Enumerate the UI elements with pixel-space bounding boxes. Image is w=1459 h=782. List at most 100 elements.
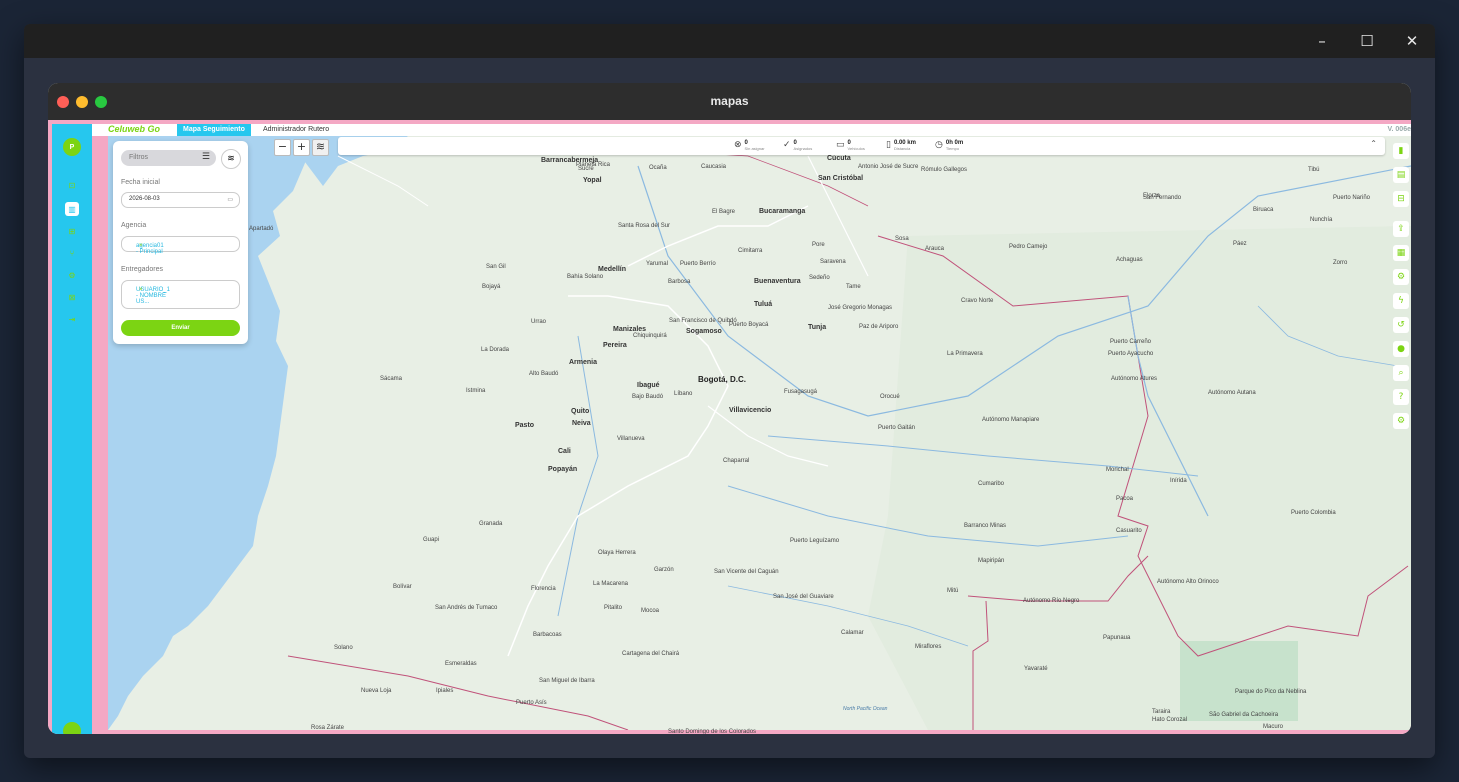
filters-placeholder: Filtros	[129, 154, 149, 161]
map-label: La Primavera	[947, 351, 983, 357]
map-label: San Francisco de Quibdó	[669, 318, 737, 324]
sliders-icon[interactable]: ☰	[202, 152, 210, 162]
settings-icon[interactable]: ⚙	[65, 268, 79, 282]
map-label: Barbosa	[668, 279, 691, 285]
bar-chart-icon[interactable]: ▮	[1393, 143, 1409, 159]
tab-mapa-seguimiento[interactable]: Mapa Seguimiento	[177, 124, 251, 136]
map-label: Orocué	[880, 394, 900, 400]
map-label: Manizales	[613, 326, 647, 333]
upload-icon[interactable]: ⇪	[1393, 221, 1409, 237]
map-label: Saravena	[820, 259, 846, 265]
map-label: Sedeño	[809, 275, 830, 281]
logout-icon[interactable]: ⇥	[65, 312, 79, 326]
chip-remove-icon[interactable]: ×	[139, 287, 143, 293]
fecha-label: Fecha inicial	[121, 179, 160, 186]
map-label: Papunaua	[1103, 635, 1131, 641]
map-label: Mapiripán	[978, 558, 1005, 564]
chart-line-icon[interactable]: ⊡	[65, 178, 79, 192]
map-label: Cimitarra	[738, 248, 763, 254]
map-label: Guapi	[423, 537, 440, 543]
map-label: Villanueva	[617, 436, 645, 442]
bolt-icon[interactable]: ϟ	[1393, 293, 1409, 309]
map-label: Buenaventura	[754, 278, 801, 285]
entregadores-label: Entregadores	[121, 266, 164, 273]
map-label: Tame	[846, 284, 861, 290]
map-label: Calamar	[841, 630, 864, 636]
map-label: Bogotá, D.C.	[698, 375, 746, 384]
stat-label: Tiempo	[945, 146, 960, 151]
stat-label: Sin asignar	[744, 146, 765, 151]
map-label: Sosa	[895, 236, 909, 242]
map-label: San Miguel de Ibarra	[539, 678, 595, 684]
settings-icon[interactable]: ⚙	[1393, 413, 1409, 429]
map-label: Yarumal	[646, 261, 668, 267]
truck-icon[interactable]: ⊠	[65, 290, 79, 304]
map-label: Pitalito	[604, 605, 623, 611]
agencia-select[interactable]: agencia01 - Principal ×	[121, 236, 240, 255]
map-label: Nueva Loja	[361, 688, 392, 694]
map-label: San Gil	[486, 264, 506, 270]
map-icon[interactable]: ▥	[65, 202, 79, 216]
zoom-out-button[interactable]: −	[274, 139, 291, 156]
map-label: Miraflores	[915, 644, 942, 650]
map-label: Casuarito	[1116, 528, 1142, 534]
layers-toggle-icon[interactable]: ≋	[221, 149, 241, 169]
agencia-label: Agencia	[121, 222, 147, 229]
chip-remove-icon[interactable]: ×	[139, 243, 143, 249]
map-label: Pacoa	[1116, 496, 1134, 502]
map-canvas[interactable]: Medellín Bogotá, D.C. Cali Bucaramanga Cúcut…	[108, 136, 1411, 734]
help-icon[interactable]: ?	[1393, 389, 1409, 405]
document-icon[interactable]: ▤	[1393, 167, 1409, 183]
chevron-up-icon[interactable]: ⌃	[1370, 139, 1377, 148]
map-label: Neiva	[572, 420, 591, 427]
clipboard-icon[interactable]: ▦	[1393, 245, 1409, 261]
map-label: Barranco Minas	[964, 523, 1007, 529]
stat-clock: ◷ 0h 0m Tiempo	[935, 140, 963, 151]
map-label: Istmina	[466, 388, 486, 394]
vehicle-icon: ▭	[836, 140, 845, 150]
filters-search-input[interactable]: Filtros ☰	[121, 150, 216, 166]
map-label: Garzón	[654, 567, 674, 573]
close-icon[interactable]: ✕	[1389, 24, 1435, 58]
table-icon[interactable]: ⊞	[65, 224, 79, 238]
map-label: Puerto Leguízamo	[790, 538, 840, 544]
app-header: Celuweb Go Mapa Seguimiento Administrado…	[92, 124, 1411, 136]
map-label: Puerto Nariño	[1333, 195, 1371, 201]
map-label: San Vicente del Caguán	[714, 569, 779, 575]
maximize-icon[interactable]: ☐	[1344, 24, 1390, 58]
tab-administrador-rutero[interactable]: Administrador Rutero	[257, 124, 335, 136]
fecha-input[interactable]: 2026-08-03 ▭	[121, 192, 240, 208]
send-button[interactable]: Enviar	[121, 320, 240, 336]
map-label: Cravo Norte	[961, 298, 994, 304]
map-label: Cumaribo	[978, 481, 1005, 487]
history-icon[interactable]: ↺	[1393, 317, 1409, 333]
map-label: Hato Corozal	[1152, 717, 1188, 723]
layers-icon[interactable]: ≋	[312, 139, 329, 156]
check-circle-icon: ✓	[783, 140, 791, 150]
info-icon[interactable]: ●	[1393, 341, 1409, 357]
avatar[interactable]: P	[63, 138, 81, 156]
stat-cancel-circle: ⊗ 0 Sin asignar	[734, 140, 765, 151]
minimize-icon[interactable]: –	[1299, 24, 1345, 58]
map-label: Puerto Ayacucho	[1108, 351, 1154, 357]
route-icon[interactable]: ⑂	[65, 246, 79, 260]
truck-icon[interactable]: ⊟	[1393, 191, 1409, 207]
map-label: Pereira	[603, 342, 627, 349]
map-label: Paz de Ariporo	[859, 324, 899, 330]
gears-icon[interactable]: ⚙	[1393, 269, 1409, 285]
map-label: Urrao	[531, 319, 547, 325]
avatar-bottom[interactable]	[63, 722, 81, 734]
map-label: Pasto	[515, 422, 535, 429]
brand-logo: Celuweb Go	[108, 124, 161, 134]
map-label: Sucre	[578, 166, 594, 172]
entregadores-select[interactable]: USUARIO_1 - NOMBRE US... ×	[121, 280, 240, 309]
search-icon[interactable]: ⌕	[1393, 365, 1409, 381]
map-label: São Gabriel da Cachoeira	[1209, 712, 1279, 718]
calendar-icon[interactable]: ▭	[227, 196, 233, 203]
stat-check-circle: ✓ 0 Asignados	[783, 140, 812, 151]
map-label: Puerto Boyacá	[729, 322, 769, 328]
zoom-in-button[interactable]: +	[293, 139, 310, 156]
map-label: Chaparral	[723, 458, 750, 464]
map-label: Santa Rosa del Sur	[618, 223, 671, 229]
stat-vehicle: ▭ 0 Vehículos	[836, 140, 865, 151]
